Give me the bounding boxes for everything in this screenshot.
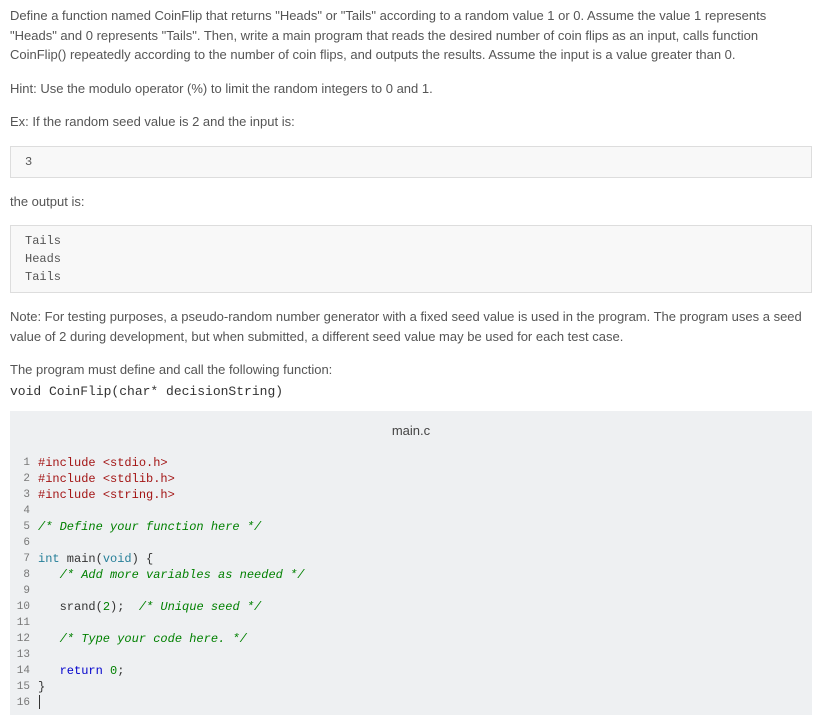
code-line[interactable]: 7 int main(void) { xyxy=(10,551,812,567)
code-text: ) { xyxy=(132,552,154,566)
code-text: ); xyxy=(110,600,139,614)
line-number: 12 xyxy=(10,631,38,647)
code-editor-panel: main.c 1 #include <stdio.h> 2 #include <… xyxy=(10,411,812,715)
code-text xyxy=(103,664,110,678)
code-line[interactable]: 6 xyxy=(10,535,812,551)
line-number: 7 xyxy=(10,551,38,567)
comment: /* Add more variables as needed */ xyxy=(38,568,304,582)
output-label: the output is: xyxy=(10,192,812,212)
code-line[interactable]: 10 srand(2); /* Unique seed */ xyxy=(10,599,812,615)
line-number: 10 xyxy=(10,599,38,615)
line-number: 14 xyxy=(10,663,38,679)
problem-note: Note: For testing purposes, a pseudo-ran… xyxy=(10,307,812,346)
line-number: 2 xyxy=(10,471,38,487)
line-number: 3 xyxy=(10,487,38,503)
line-number: 6 xyxy=(10,535,38,551)
function-signature: void CoinFlip(char* decisionString) xyxy=(10,382,812,402)
line-number: 5 xyxy=(10,519,38,535)
code-line[interactable]: 5 /* Define your function here */ xyxy=(10,519,812,535)
example-output-box: Tails Heads Tails xyxy=(10,225,812,293)
function-requirement: The program must define and call the fol… xyxy=(10,360,812,380)
code-line[interactable]: 11 xyxy=(10,615,812,631)
code-line[interactable]: 12 /* Type your code here. */ xyxy=(10,631,812,647)
example-input-box: 3 xyxy=(10,146,812,178)
comment: /* Type your code here. */ xyxy=(38,632,247,646)
file-tab[interactable]: main.c xyxy=(10,411,812,451)
include-directive: #include xyxy=(38,456,103,470)
include-directive: #include xyxy=(38,488,103,502)
code-line[interactable]: 2 #include <stdlib.h> xyxy=(10,471,812,487)
problem-paragraph-1: Define a function named CoinFlip that re… xyxy=(10,6,812,65)
include-header: <stdio.h> xyxy=(103,456,168,470)
line-number: 11 xyxy=(10,615,38,631)
comment: /* Define your function here */ xyxy=(38,520,261,534)
code-line[interactable]: 15 } xyxy=(10,679,812,695)
problem-hint: Hint: Use the modulo operator (%) to lim… xyxy=(10,79,812,99)
code-text: main( xyxy=(60,552,103,566)
code-text: srand( xyxy=(38,600,103,614)
line-number: 1 xyxy=(10,455,38,471)
code-line[interactable]: 3 #include <string.h> xyxy=(10,487,812,503)
keyword-int: int xyxy=(38,552,60,566)
problem-example-intro: Ex: If the random seed value is 2 and th… xyxy=(10,112,812,132)
code-line[interactable]: 16 xyxy=(10,695,812,711)
code-text xyxy=(38,664,60,678)
text-cursor xyxy=(39,695,40,709)
code-text: } xyxy=(38,680,45,694)
code-line[interactable]: 9 xyxy=(10,583,812,599)
code-text: ; xyxy=(117,664,124,678)
line-number: 16 xyxy=(10,695,38,711)
number-literal: 0 xyxy=(110,664,117,678)
code-line[interactable]: 13 xyxy=(10,647,812,663)
include-directive: #include xyxy=(38,472,103,486)
line-number: 4 xyxy=(10,503,38,519)
keyword-void: void xyxy=(103,552,132,566)
line-number: 9 xyxy=(10,583,38,599)
code-editor[interactable]: 1 #include <stdio.h> 2 #include <stdlib.… xyxy=(10,451,812,715)
code-line[interactable]: 1 #include <stdio.h> xyxy=(10,455,812,471)
keyword-return: return xyxy=(60,664,103,678)
code-line[interactable]: 14 return 0; xyxy=(10,663,812,679)
include-header: <string.h> xyxy=(103,488,175,502)
number-literal: 2 xyxy=(103,600,110,614)
line-number: 15 xyxy=(10,679,38,695)
line-number: 13 xyxy=(10,647,38,663)
code-line[interactable]: 4 xyxy=(10,503,812,519)
code-line[interactable]: 8 /* Add more variables as needed */ xyxy=(10,567,812,583)
line-number: 8 xyxy=(10,567,38,583)
comment: /* Unique seed */ xyxy=(139,600,261,614)
include-header: <stdlib.h> xyxy=(103,472,175,486)
